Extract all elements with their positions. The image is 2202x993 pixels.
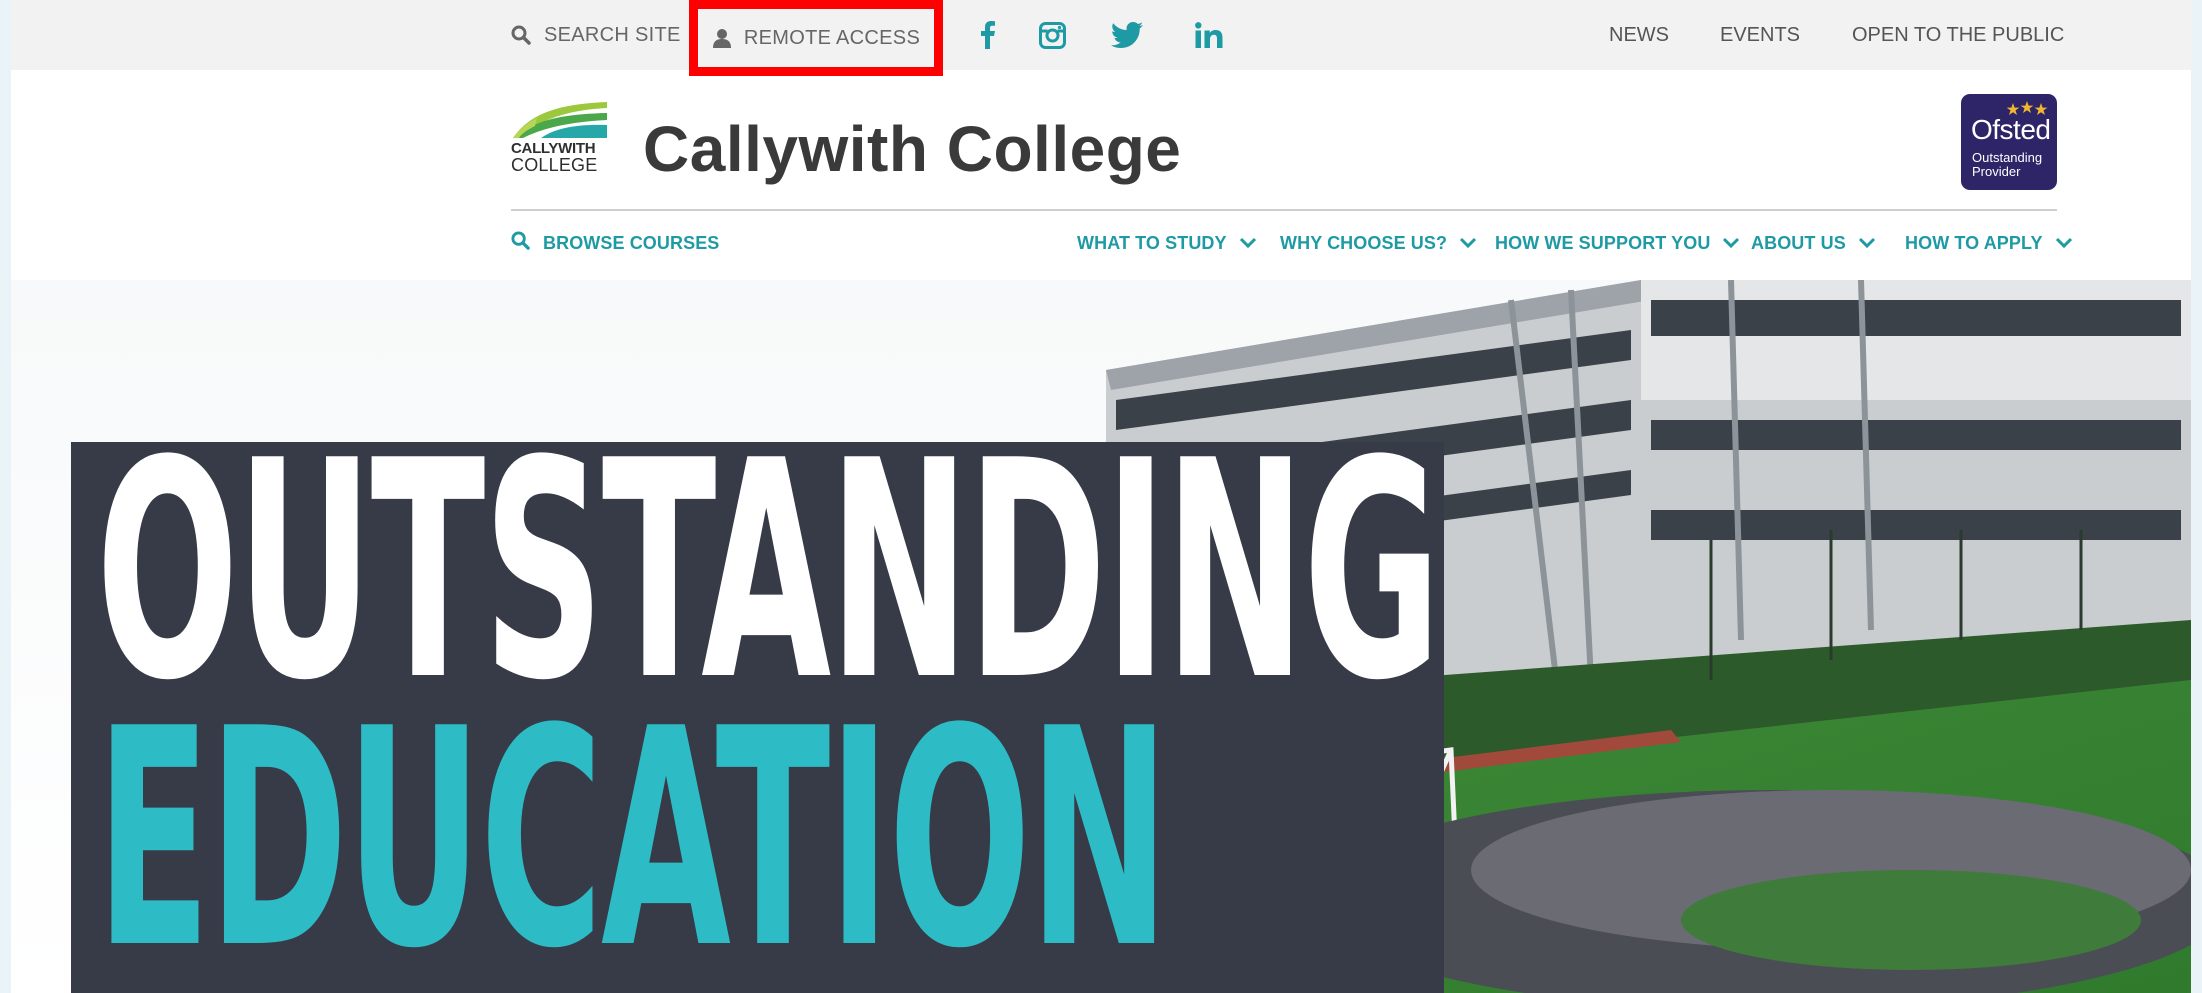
page-frame: SEARCH SITE REMOTE ACCESS NEWS EVENTS OP… (11, 0, 2191, 993)
logo-text-line2: COLLEGE (511, 155, 598, 175)
search-site-label: SEARCH SITE (544, 23, 681, 46)
nav-about-us[interactable]: ABOUT US (1751, 226, 1876, 260)
nav-label: WHY CHOOSE US? (1280, 232, 1448, 253)
search-site-link[interactable]: SEARCH SITE (511, 0, 681, 70)
chevron-down-icon (1460, 237, 1477, 249)
user-icon (712, 28, 732, 48)
nav-why-choose-us[interactable]: WHY CHOOSE US? (1280, 226, 1477, 260)
events-link[interactable]: EVENTS (1720, 0, 1800, 70)
linkedin-icon[interactable] (1195, 0, 1223, 70)
header-divider (511, 209, 2057, 211)
nav-label: WHAT TO STUDY (1077, 232, 1227, 253)
ofsted-subtitle-line1: Outstanding (1972, 150, 2043, 165)
facebook-icon[interactable] (980, 0, 996, 70)
nav-label: HOW TO APPLY (1905, 232, 2043, 253)
open-to-public-link[interactable]: OPEN TO THE PUBLIC (1852, 0, 2064, 70)
nav-label: ABOUT US (1751, 232, 1846, 253)
ofsted-subtitle-line2: Provider (1972, 164, 2021, 179)
twitter-icon[interactable] (1111, 0, 1143, 70)
nav-label: HOW WE SUPPORT YOU (1495, 232, 1711, 253)
chevron-down-icon (1723, 237, 1740, 249)
browse-courses-label: BROWSE COURSES (543, 232, 720, 253)
nav-what-to-study[interactable]: WHAT TO STUDY (1077, 226, 1257, 260)
nav-how-we-support-you[interactable]: HOW WE SUPPORT YOU (1495, 226, 1740, 260)
nav-how-to-apply[interactable]: HOW TO APPLY (1905, 226, 2073, 260)
news-link[interactable]: NEWS (1609, 0, 1669, 70)
chevron-down-icon (1239, 237, 1256, 249)
ofsted-badge[interactable]: Ofsted Outstanding Provider (1961, 94, 2057, 190)
hero-headline-line2: EDUCATION (96, 665, 1170, 993)
chevron-down-icon (1858, 237, 1875, 249)
search-icon (511, 231, 530, 255)
chevron-down-icon (2055, 237, 2072, 249)
instagram-icon[interactable] (1039, 0, 1066, 70)
site-title[interactable]: Callywith College (643, 112, 1181, 186)
ofsted-word: Ofsted (1971, 114, 2051, 145)
remote-access-label: REMOTE ACCESS (743, 26, 921, 49)
browse-courses-link[interactable]: BROWSE COURSES (511, 226, 719, 260)
search-icon (511, 25, 531, 45)
remote-access-link[interactable]: REMOTE ACCESS (689, 0, 943, 76)
